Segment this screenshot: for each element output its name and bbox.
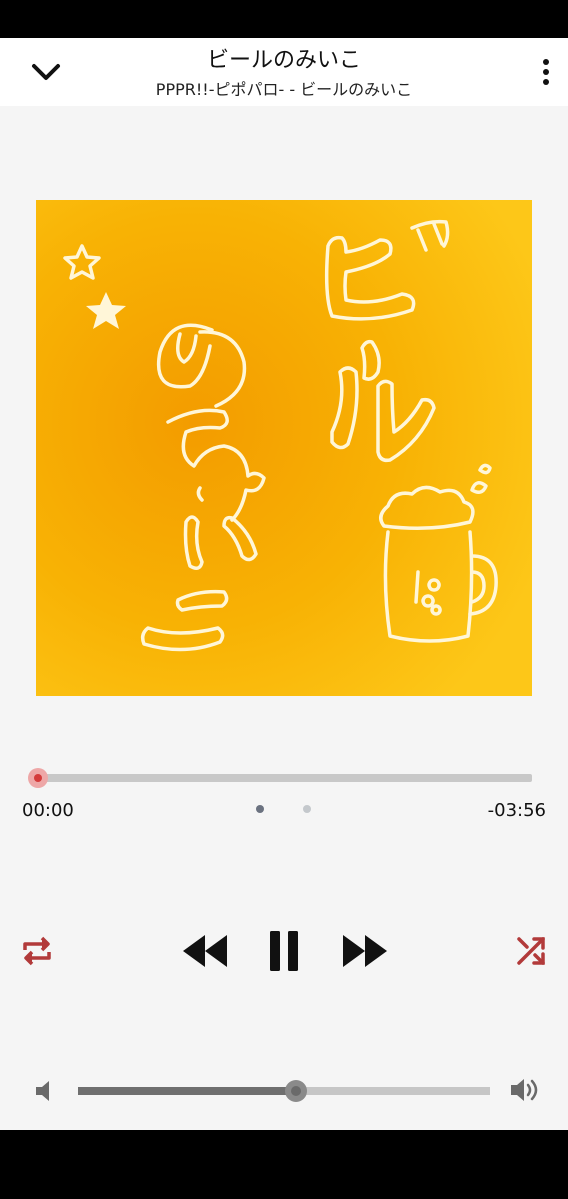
more-options-button[interactable] — [532, 52, 560, 92]
seek-track — [38, 774, 532, 782]
player-header: ビールのみいこ PPPR!!-ピポパロ- - ビールのみいこ — [0, 38, 568, 106]
fast-forward-icon — [343, 935, 387, 967]
remaining-time: -03:56 — [487, 800, 546, 821]
volume-slider[interactable] — [78, 1080, 490, 1102]
elapsed-time: 00:00 — [22, 800, 74, 821]
volume-thumb[interactable] — [285, 1080, 308, 1102]
status-bar — [0, 0, 568, 38]
volume-level — [78, 1087, 297, 1095]
more-vertical-icon — [543, 59, 549, 65]
volume-max-button[interactable] — [506, 1072, 544, 1108]
pause-icon — [270, 931, 298, 971]
page-indicator-dot — [256, 805, 264, 813]
volume-low-icon — [36, 1081, 49, 1101]
pause-button[interactable] — [258, 924, 310, 978]
shuffle-button[interactable] — [508, 928, 554, 974]
rewind-icon — [183, 935, 227, 967]
track-subtitle: PPPR!!-ピポパロ- - ビールのみいこ — [155, 80, 413, 99]
seek-bar[interactable] — [28, 766, 540, 790]
fast-forward-button[interactable] — [336, 928, 394, 974]
player-body: 00:00 -03:56 — [0, 106, 568, 1130]
collapse-button[interactable] — [24, 52, 68, 92]
chevron-down-icon — [32, 64, 60, 80]
page-indicator-dot — [303, 805, 311, 813]
system-navigation-bar — [0, 1130, 568, 1199]
shuffle-icon — [517, 937, 545, 965]
repeat-icon — [23, 936, 51, 966]
repeat-button[interactable] — [14, 928, 60, 974]
volume-min-button[interactable] — [30, 1076, 58, 1106]
album-art — [36, 200, 532, 696]
seek-thumb[interactable] — [28, 768, 48, 788]
rewind-button[interactable] — [176, 928, 234, 974]
track-title: ビールのみいこ — [206, 48, 361, 73]
volume-high-icon — [511, 1079, 538, 1101]
album-art-drawing — [36, 200, 532, 696]
